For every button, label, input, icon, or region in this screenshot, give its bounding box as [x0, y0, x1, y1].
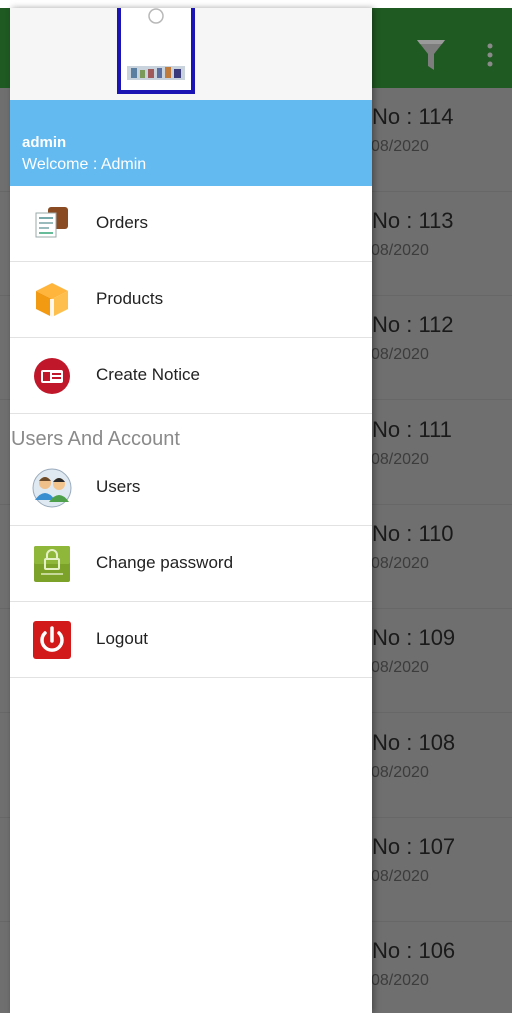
- order-number: No : 113: [372, 208, 454, 233]
- more-vert-icon[interactable]: [484, 42, 496, 68]
- order-date: 08/2020: [371, 764, 429, 781]
- products-box-icon: [36, 283, 68, 317]
- order-number: No : 109: [372, 625, 456, 650]
- orders-icon: [35, 207, 68, 238]
- menu-label-products: Products: [96, 289, 164, 308]
- lock-icon: [34, 546, 70, 582]
- menu-item-create-notice[interactable]: Create Notice: [10, 338, 372, 414]
- order-number: No : 110: [372, 521, 454, 546]
- logo-image: [127, 8, 185, 80]
- section-title-users-account: Users And Account: [11, 428, 180, 450]
- order-date: 08/2020: [371, 555, 429, 572]
- menu-item-change-password[interactable]: Change password: [10, 526, 372, 602]
- menu-label-orders: Orders: [96, 213, 148, 232]
- menu-item-users[interactable]: Users: [10, 450, 372, 526]
- menu-item-logout[interactable]: Logout: [10, 602, 372, 678]
- menu-item-products[interactable]: Products: [10, 262, 372, 338]
- power-icon: [33, 621, 71, 659]
- menu-label-logout: Logout: [96, 629, 148, 648]
- order-date: 08/2020: [371, 972, 429, 989]
- order-number: No : 112: [372, 312, 454, 337]
- menu-label-create-notice: Create Notice: [96, 365, 200, 384]
- filter-funnel-icon[interactable]: [416, 38, 446, 72]
- order-number: No : 108: [372, 730, 456, 755]
- order-number: No : 107: [372, 834, 456, 859]
- notice-card-icon: [34, 358, 70, 394]
- screen: No : 114 08/2020 No : 113 08/2020 No : 1…: [0, 0, 512, 1013]
- order-number: No : 111: [372, 417, 452, 442]
- menu-label-users: Users: [96, 477, 141, 496]
- order-date: 08/2020: [371, 346, 429, 363]
- order-date: 08/2020: [371, 242, 429, 259]
- order-date: 08/2020: [371, 138, 429, 155]
- app-logo: [117, 8, 195, 94]
- navigation-drawer: admin Welcome : Admin Orders Products Cr…: [10, 8, 372, 1013]
- user-name: admin: [22, 134, 67, 151]
- user-welcome: Welcome : Admin: [22, 156, 147, 173]
- users-icon: [32, 468, 72, 508]
- drawer-logo-area: [10, 8, 372, 100]
- order-number: No : 106: [372, 938, 456, 963]
- order-date: 08/2020: [371, 659, 429, 676]
- order-number: No : 114: [372, 104, 454, 129]
- menu-label-change-password: Change password: [96, 553, 234, 572]
- drawer-header: admin Welcome : Admin: [10, 100, 372, 186]
- order-date: 08/2020: [371, 451, 429, 468]
- menu-item-orders[interactable]: Orders: [10, 186, 372, 262]
- order-date: 08/2020: [371, 868, 429, 885]
